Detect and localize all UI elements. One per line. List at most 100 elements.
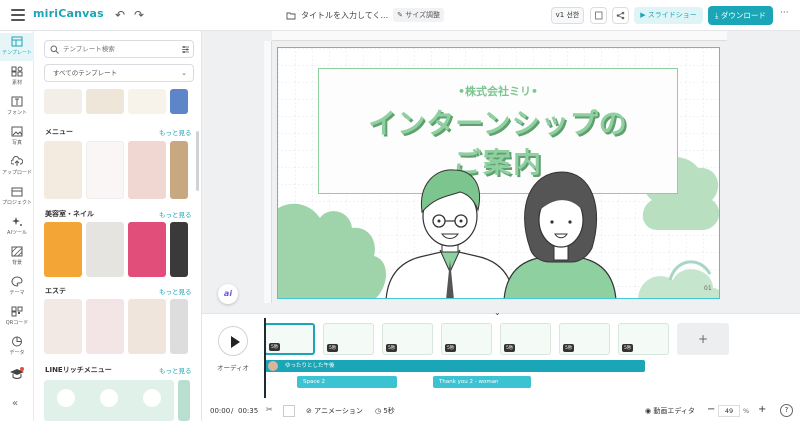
duration-label: 5秒	[383, 407, 395, 415]
rail-item-upload[interactable]: アップロード	[0, 153, 34, 181]
search-input[interactable]	[63, 42, 173, 56]
template-thumb[interactable]	[170, 89, 188, 114]
rail-item-photo[interactable]: 写真	[0, 123, 34, 151]
download-button[interactable]: ⤓ ダウンロード	[708, 6, 773, 25]
template-thumb[interactable]	[128, 299, 166, 354]
audio-label: オーディオ	[217, 364, 250, 372]
scene-thumb[interactable]: 5秒	[500, 323, 551, 355]
scene-thumb[interactable]: 5秒	[264, 323, 315, 355]
template-thumb[interactable]	[44, 380, 174, 421]
undo-icon[interactable]: ↶	[113, 8, 127, 22]
template-thumb[interactable]	[86, 89, 124, 114]
rail-item-data[interactable]: データ	[0, 333, 34, 361]
cap-icon[interactable]	[9, 367, 25, 381]
audio-avatar	[268, 361, 278, 371]
scene-thumb[interactable]: 5秒	[382, 323, 433, 355]
rail-label: 写真	[11, 140, 22, 146]
scene-duration: 5秒	[563, 344, 575, 352]
help-button[interactable]: ?	[780, 404, 793, 417]
rail-item-ai-tools[interactable]: AIツール	[0, 213, 34, 241]
color-swatch[interactable]	[283, 405, 295, 417]
template-thumb[interactable]	[44, 141, 82, 199]
video-editor-label: 動画エディタ	[653, 407, 695, 415]
animation-button[interactable]: ⊘ アニメーション	[306, 406, 363, 416]
document-title[interactable]: タイトルを入力してく...	[301, 10, 388, 21]
template-thumb[interactable]	[128, 222, 166, 277]
section-title: エステ	[45, 287, 66, 295]
rail-item-background[interactable]: 背景	[0, 243, 34, 271]
rail-label: 背景	[11, 260, 22, 266]
rail-item-qrcode[interactable]: QRコード	[0, 303, 34, 331]
slideshow-button[interactable]: ▶ スライドショー	[634, 7, 703, 24]
app-window: miriCanvas ↶ ↷ タイトルを入力してく... ✎ サイズ調整 v1 …	[0, 0, 800, 421]
left-rail: テンプレート 素材 フォント 写真 アップロード プロジェクト AIツール 背景…	[0, 31, 34, 421]
sound-effect-track[interactable]: Thank you 2 - woman	[433, 376, 531, 388]
title-area: タイトルを入力してく... ✎ サイズ調整	[286, 8, 445, 22]
template-thumb[interactable]	[44, 299, 82, 354]
zoom-out-button[interactable]: −	[707, 404, 715, 415]
chevron-down-icon[interactable]: ⌄	[494, 308, 501, 317]
template-thumb[interactable]	[170, 141, 188, 199]
elements-icon	[11, 66, 23, 77]
template-thumb[interactable]	[128, 141, 166, 199]
rail-label: AIツール	[7, 230, 27, 236]
version-button[interactable]: v1 선한	[551, 7, 584, 24]
rail-label: プロジェクト	[1, 200, 32, 206]
zoom-unit: %	[743, 407, 750, 415]
scene-thumb[interactable]: 5秒	[618, 323, 669, 355]
project-icon	[11, 187, 23, 197]
chevron-down-icon: ⌄	[181, 69, 187, 77]
people-illustration[interactable]	[278, 48, 720, 299]
template-thumb[interactable]	[44, 89, 82, 114]
template-thumb[interactable]	[44, 222, 82, 277]
background-icon	[11, 246, 23, 257]
more-link[interactable]: もっと見る	[159, 209, 192, 219]
playhead[interactable]	[264, 318, 266, 398]
share-icon[interactable]	[612, 7, 629, 24]
split-icon[interactable]: ✂	[266, 405, 273, 414]
template-thumb[interactable]	[170, 222, 188, 277]
more-link[interactable]: もっと見る	[159, 127, 192, 137]
play-button[interactable]	[218, 326, 248, 356]
collapse-icon[interactable]: «	[12, 398, 18, 409]
template-thumb[interactable]	[170, 299, 188, 354]
scene-thumb[interactable]: 5秒	[559, 323, 610, 355]
rail-item-project[interactable]: プロジェクト	[0, 183, 34, 211]
timeline-controls: 00:00 / 00:35 ✂ ⊘ アニメーション ◷ 5秒 ◉ 動画エディタ …	[202, 402, 800, 421]
category-select[interactable]: すべてのテンプレート ⌄	[44, 64, 194, 82]
filter-sliders-icon[interactable]	[181, 45, 190, 54]
zoom-in-button[interactable]: +	[758, 404, 766, 415]
resize-button[interactable]: ✎ サイズ調整	[393, 8, 445, 22]
slide[interactable]: •株式会社ミリ• インターンシップの ご案内 01	[277, 47, 720, 299]
video-editor-button[interactable]: ◉ 動画エディタ	[645, 406, 695, 416]
menu-icon[interactable]	[11, 9, 25, 21]
ruler-left	[264, 41, 272, 303]
scene-thumb[interactable]: 5秒	[323, 323, 374, 355]
template-thumb[interactable]	[178, 380, 190, 421]
sound-effect-track[interactable]: Space 2	[297, 376, 397, 388]
scene-thumb[interactable]: 5秒	[441, 323, 492, 355]
rail-item-font[interactable]: フォント	[0, 93, 34, 121]
audio-track[interactable]: ゆったりとした午後	[265, 360, 645, 372]
panel-scrollbar[interactable]	[196, 131, 199, 191]
zoom-input[interactable]: 49	[718, 405, 740, 417]
palette-icon	[11, 276, 23, 287]
template-thumb[interactable]	[86, 299, 124, 354]
template-thumb[interactable]	[128, 89, 166, 114]
rail-item-theme[interactable]: テーマ	[0, 273, 34, 301]
folder-icon[interactable]	[286, 11, 296, 20]
more-icon[interactable]: ···	[780, 8, 789, 18]
duration-button[interactable]: ◷ 5秒	[375, 406, 395, 416]
template-icon	[11, 36, 23, 47]
rail-item-template[interactable]: テンプレート	[0, 33, 34, 61]
rail-item-elements[interactable]: 素材	[0, 63, 34, 91]
save-icon[interactable]	[590, 7, 607, 24]
redo-icon[interactable]: ↷	[132, 8, 146, 22]
ai-assistant-button[interactable]: ai	[218, 284, 238, 304]
search-icon	[50, 45, 59, 54]
template-thumb[interactable]	[86, 141, 124, 199]
template-thumb[interactable]	[86, 222, 124, 277]
add-scene-button[interactable]: +	[677, 323, 729, 355]
more-link[interactable]: もっと見る	[159, 286, 192, 296]
more-link[interactable]: もっと見る	[159, 365, 192, 375]
